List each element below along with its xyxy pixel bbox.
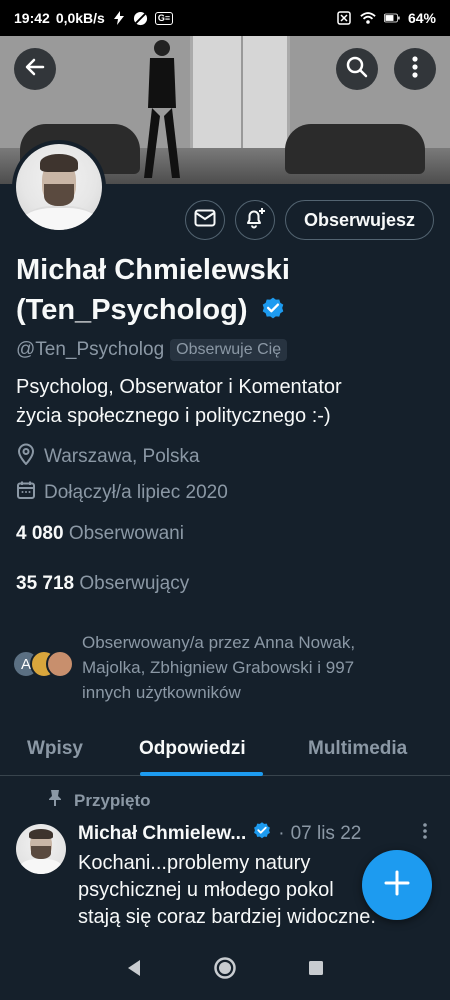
tweet-header: Michał Chmielew... · 07 lis 22 bbox=[78, 820, 428, 848]
notification-badge-icon: G≡ bbox=[154, 11, 174, 25]
envelope-icon bbox=[194, 209, 216, 232]
back-button[interactable] bbox=[14, 48, 56, 90]
verified-badge-icon bbox=[252, 821, 272, 847]
message-button[interactable] bbox=[184, 200, 225, 240]
profile-joined-date: Dołączył/a lipiec 2020 bbox=[44, 482, 228, 503]
sim-icon bbox=[336, 10, 352, 26]
search-icon bbox=[345, 55, 369, 84]
profile-handle: @Ten_Psycholog bbox=[16, 339, 165, 360]
battery-percent: 64% bbox=[407, 10, 436, 26]
tweet-avatar[interactable] bbox=[16, 824, 66, 874]
profile-tabs: Wpisy Odpowiedzi Multimedia bbox=[0, 724, 450, 776]
pin-icon bbox=[48, 789, 62, 812]
pinned-label-row: Przypięto bbox=[48, 789, 151, 812]
tweet-date: 07 lis 22 bbox=[290, 823, 362, 844]
tab-replies[interactable]: Odpowiedzi bbox=[139, 738, 246, 760]
tweet-separator: · bbox=[278, 823, 285, 844]
search-button[interactable] bbox=[336, 48, 378, 90]
tab-posts[interactable]: Wpisy bbox=[27, 738, 83, 760]
more-vertical-icon bbox=[412, 55, 418, 83]
following-count: 4 080 bbox=[16, 523, 64, 544]
following-button[interactable]: Obserwujesz bbox=[284, 200, 434, 240]
active-tab-indicator bbox=[140, 772, 263, 776]
no-signal-icon bbox=[133, 10, 149, 26]
joined-row: Dołączył/a lipiec 2020 bbox=[16, 481, 436, 505]
fb-line: Obserwowany/a przez Anna Nowak, bbox=[82, 633, 356, 652]
bell-plus-icon bbox=[243, 206, 267, 235]
followers-you-know-avatars: A bbox=[12, 650, 74, 686]
followers-count-link[interactable]: 35 718 Obserwujący bbox=[16, 573, 436, 601]
profile-avatar[interactable] bbox=[12, 140, 106, 234]
followers-you-know[interactable]: A Obserwowany/a przez Anna Nowak, Majolk… bbox=[12, 630, 442, 705]
following-count-link[interactable]: 4 080 Obserwowani bbox=[16, 523, 436, 551]
network-speed: 0,0kB/s bbox=[55, 10, 105, 26]
followers-label: Obserwujący bbox=[79, 573, 190, 594]
banner-person bbox=[144, 40, 180, 178]
profile-bio: Psycholog, Obserwator i Komentator życia… bbox=[16, 373, 436, 431]
following-label: Obserwowani bbox=[68, 523, 184, 544]
profile-actions: Obserwujesz bbox=[184, 200, 434, 240]
banner-door bbox=[190, 36, 290, 156]
compose-button[interactable] bbox=[362, 850, 432, 920]
arrow-left-icon bbox=[23, 55, 47, 84]
banner-sofa-right bbox=[285, 124, 425, 174]
follows-you-badge: Obserwuje Cię bbox=[170, 339, 288, 361]
bio-line: Psycholog, Obserwator i Komentator bbox=[16, 376, 342, 398]
tab-media[interactable]: Multimedia bbox=[308, 738, 407, 760]
nav-home-icon[interactable] bbox=[213, 956, 237, 985]
notifications-button[interactable] bbox=[234, 200, 275, 240]
profile-name-line2: (Ten_Psycholog) bbox=[16, 294, 248, 326]
tweet-author[interactable]: Michał Chmielew... bbox=[78, 823, 246, 845]
bio-line: życia społecznego i politycznego :-) bbox=[16, 405, 331, 427]
fb-line: Majolka, Zbhigniew Grabowski i 997 bbox=[82, 658, 355, 677]
mini-avatar bbox=[46, 650, 74, 678]
avatar-image bbox=[16, 144, 102, 230]
nav-recents-icon[interactable] bbox=[308, 960, 324, 981]
profile-name-line1: Michał Chmielewski bbox=[16, 254, 290, 286]
calendar-icon bbox=[16, 480, 36, 506]
nav-back-icon[interactable] bbox=[126, 959, 142, 982]
wifi-icon bbox=[360, 10, 376, 26]
battery-icon bbox=[383, 10, 400, 26]
handle-row: @Ten_Psycholog Obserwuje Cię bbox=[16, 339, 436, 361]
more-options-button[interactable] bbox=[394, 48, 436, 90]
fb-line: innych użytkowników bbox=[82, 683, 241, 702]
profile-info: Michał Chmielewski (Ten_Psycholog) @Ten_… bbox=[16, 250, 436, 601]
tweet-more-icon[interactable] bbox=[422, 822, 428, 846]
verified-badge-icon[interactable] bbox=[260, 293, 286, 333]
status-time: 19:42 bbox=[14, 10, 50, 26]
bolt-icon bbox=[111, 10, 127, 26]
status-bar: 19:42 0,0kB/s G≡ 64% bbox=[0, 0, 450, 36]
followers-count: 35 718 bbox=[16, 573, 75, 594]
location-pin-icon bbox=[16, 443, 36, 471]
plus-icon bbox=[383, 869, 411, 902]
profile-name: Michał Chmielewski (Ten_Psycholog) bbox=[16, 250, 436, 333]
followers-you-know-text: Obserwowany/a przez Anna Nowak, Majolka,… bbox=[82, 630, 442, 705]
pinned-label: Przypięto bbox=[74, 790, 151, 810]
location-row: Warszawa, Polska bbox=[16, 443, 436, 471]
profile-location: Warszawa, Polska bbox=[44, 446, 200, 467]
system-navigation-bar bbox=[0, 940, 450, 1000]
